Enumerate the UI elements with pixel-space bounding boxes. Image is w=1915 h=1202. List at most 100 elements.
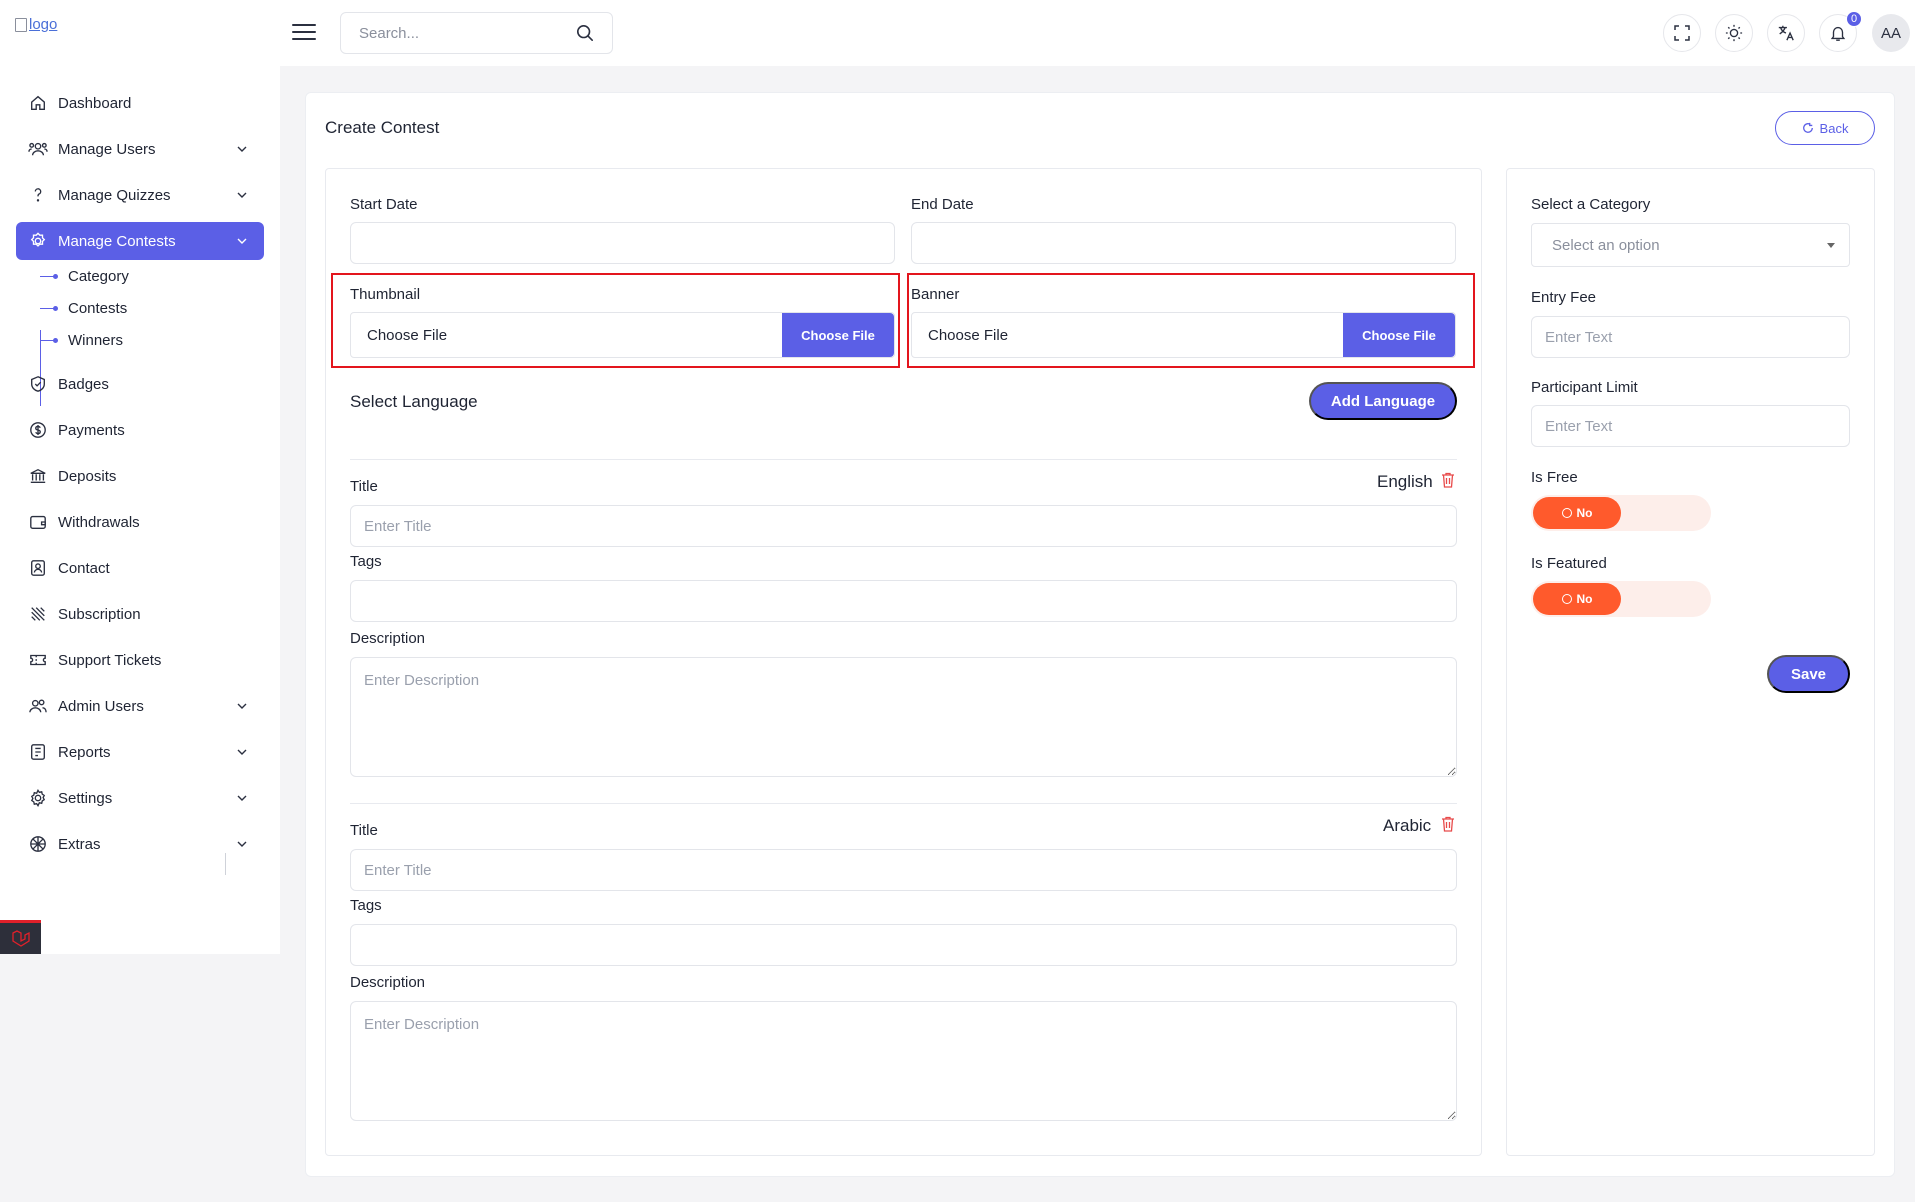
top-bar: logo 0 AA — [0, 0, 1915, 66]
sidebar-item-admin-users[interactable]: Admin Users — [16, 687, 264, 725]
file-input-text: Choose File — [928, 326, 1009, 344]
logo-alt-text: logo — [29, 16, 58, 33]
badge-icon — [28, 374, 48, 394]
sidebar-item-badges[interactable]: Badges — [16, 365, 264, 403]
home-icon — [28, 93, 48, 113]
is-featured-toggle[interactable]: No — [1531, 581, 1711, 617]
hamburger-menu-icon[interactable] — [292, 20, 316, 42]
tree-branch — [40, 273, 58, 279]
sidebar-subitem-label: Winners — [68, 331, 124, 349]
extras-icon — [28, 834, 48, 854]
sidebar-subitem-label: Category — [68, 267, 129, 285]
sidebar-item-label: Withdrawals — [58, 513, 140, 531]
thumbnail-file-input[interactable]: Choose File Choose File — [350, 312, 895, 358]
sidebar-item-label: Manage Contests — [58, 232, 176, 250]
sidebar-item-payments[interactable]: Payments — [16, 411, 264, 449]
category-label: Select a Category — [1531, 196, 1651, 213]
contact-icon — [28, 558, 48, 578]
thumbnail-choose-file-button[interactable]: Choose File — [782, 313, 894, 357]
description-label: Description — [350, 630, 426, 647]
start-date-field[interactable] — [350, 222, 895, 264]
sidebar-subitem-winners[interactable]: Winners — [40, 328, 123, 352]
end-date-label: End Date — [911, 196, 974, 213]
chevron-down-icon[interactable] — [234, 790, 250, 806]
title-label: Title — [350, 822, 378, 839]
sidebar-item-extras[interactable]: Extras — [16, 825, 264, 863]
title-label: Title — [350, 478, 378, 495]
is-free-toggle[interactable]: No — [1531, 495, 1711, 531]
trash-icon[interactable] — [1441, 472, 1455, 488]
sidebar-item-subscription[interactable]: Subscription — [16, 595, 264, 633]
is-featured-label: Is Featured — [1531, 555, 1607, 572]
sidebar-item-manage-quizzes[interactable]: Manage Quizzes — [16, 176, 264, 214]
sidebar-item-label: Contact — [58, 559, 110, 577]
arabic-tags-field[interactable] — [350, 924, 1457, 966]
sidebar-item-label: Admin Users — [58, 697, 144, 715]
end-date-field[interactable] — [911, 222, 1456, 264]
logo[interactable]: logo — [15, 16, 57, 33]
category-select-value: Select an option — [1552, 236, 1660, 254]
chevron-down-icon[interactable] — [234, 233, 250, 249]
sidebar-item-dashboard[interactable]: Dashboard — [16, 84, 264, 122]
english-tags-field[interactable] — [350, 580, 1457, 622]
sidebar-item-support-tickets[interactable]: Support Tickets — [16, 641, 264, 679]
sidebar-item-contact[interactable]: Contact — [16, 549, 264, 587]
chevron-down-icon[interactable] — [234, 698, 250, 714]
is-featured-value: No — [1576, 592, 1593, 606]
toggle-knob: No — [1533, 583, 1621, 615]
sidebar-item-label: Subscription — [58, 605, 141, 623]
sidebar-subitem-contests[interactable]: Contests — [40, 296, 127, 320]
chevron-down-icon[interactable] — [234, 744, 250, 760]
language-name-english: English — [1377, 472, 1433, 491]
is-free-value: No — [1576, 506, 1593, 520]
avatar[interactable]: AA — [1872, 14, 1910, 52]
save-button[interactable]: Save — [1767, 655, 1850, 693]
theme-sun-icon[interactable] — [1715, 14, 1753, 52]
sidebar-item-label: Support Tickets — [58, 651, 162, 669]
sidebar-item-deposits[interactable]: Deposits — [16, 457, 264, 495]
chevron-down-icon[interactable] — [234, 836, 250, 852]
chevron-down-icon[interactable] — [234, 187, 250, 203]
start-date-label: Start Date — [350, 196, 418, 213]
toggle-knob: No — [1533, 497, 1621, 529]
category-select[interactable]: Select an option — [1531, 223, 1850, 267]
english-title-field[interactable] — [350, 505, 1457, 547]
english-description-field[interactable] — [350, 657, 1457, 777]
participant-limit-field[interactable] — [1531, 405, 1850, 447]
language-name-arabic: Arabic — [1383, 816, 1432, 835]
entry-fee-field[interactable] — [1531, 316, 1850, 358]
arabic-title-field[interactable] — [350, 849, 1457, 891]
divider — [350, 459, 1457, 460]
sidebar-item-label: Settings — [58, 789, 113, 807]
add-language-button[interactable]: Add Language — [1309, 382, 1457, 420]
sidebar-item-withdrawals[interactable]: Withdrawals — [16, 503, 264, 541]
arabic-description-field[interactable] — [350, 1001, 1457, 1121]
sidebar-item-reports[interactable]: Reports — [16, 733, 264, 771]
dollar-icon — [28, 420, 48, 440]
banner-label: Banner — [911, 286, 960, 303]
sidebar-item-manage-contests[interactable]: Manage Contests — [16, 222, 264, 260]
banner-file-input[interactable]: Choose File Choose File — [911, 312, 1456, 358]
search-icon[interactable] — [576, 24, 594, 42]
fullscreen-icon[interactable] — [1663, 14, 1701, 52]
back-button[interactable]: Back — [1775, 111, 1875, 145]
trash-icon[interactable] — [1441, 816, 1455, 832]
search-box[interactable] — [340, 12, 613, 54]
close-circle-icon — [1561, 594, 1572, 604]
chevron-down-icon[interactable] — [234, 141, 250, 157]
page-title: Create Contest — [325, 118, 440, 137]
sidebar-subitem-label: Contests — [68, 299, 128, 317]
search-input[interactable] — [359, 24, 576, 42]
select-language-title: Select Language — [350, 392, 478, 411]
sidebar-item-settings[interactable]: Settings — [16, 779, 264, 817]
wallet-icon — [28, 512, 48, 532]
sidebar-item-label: Payments — [58, 421, 125, 439]
banner-choose-file-button[interactable]: Choose File — [1343, 313, 1455, 357]
thumbnail-label: Thumbnail — [350, 286, 421, 303]
sidebar-item-label: Manage Quizzes — [58, 186, 171, 204]
translate-icon[interactable] — [1767, 14, 1805, 52]
laravel-debugbar-icon[interactable] — [0, 920, 41, 954]
sidebar-item-manage-users[interactable]: Manage Users — [16, 130, 264, 168]
question-icon — [28, 185, 48, 205]
sidebar-subitem-category[interactable]: Category — [40, 264, 129, 288]
